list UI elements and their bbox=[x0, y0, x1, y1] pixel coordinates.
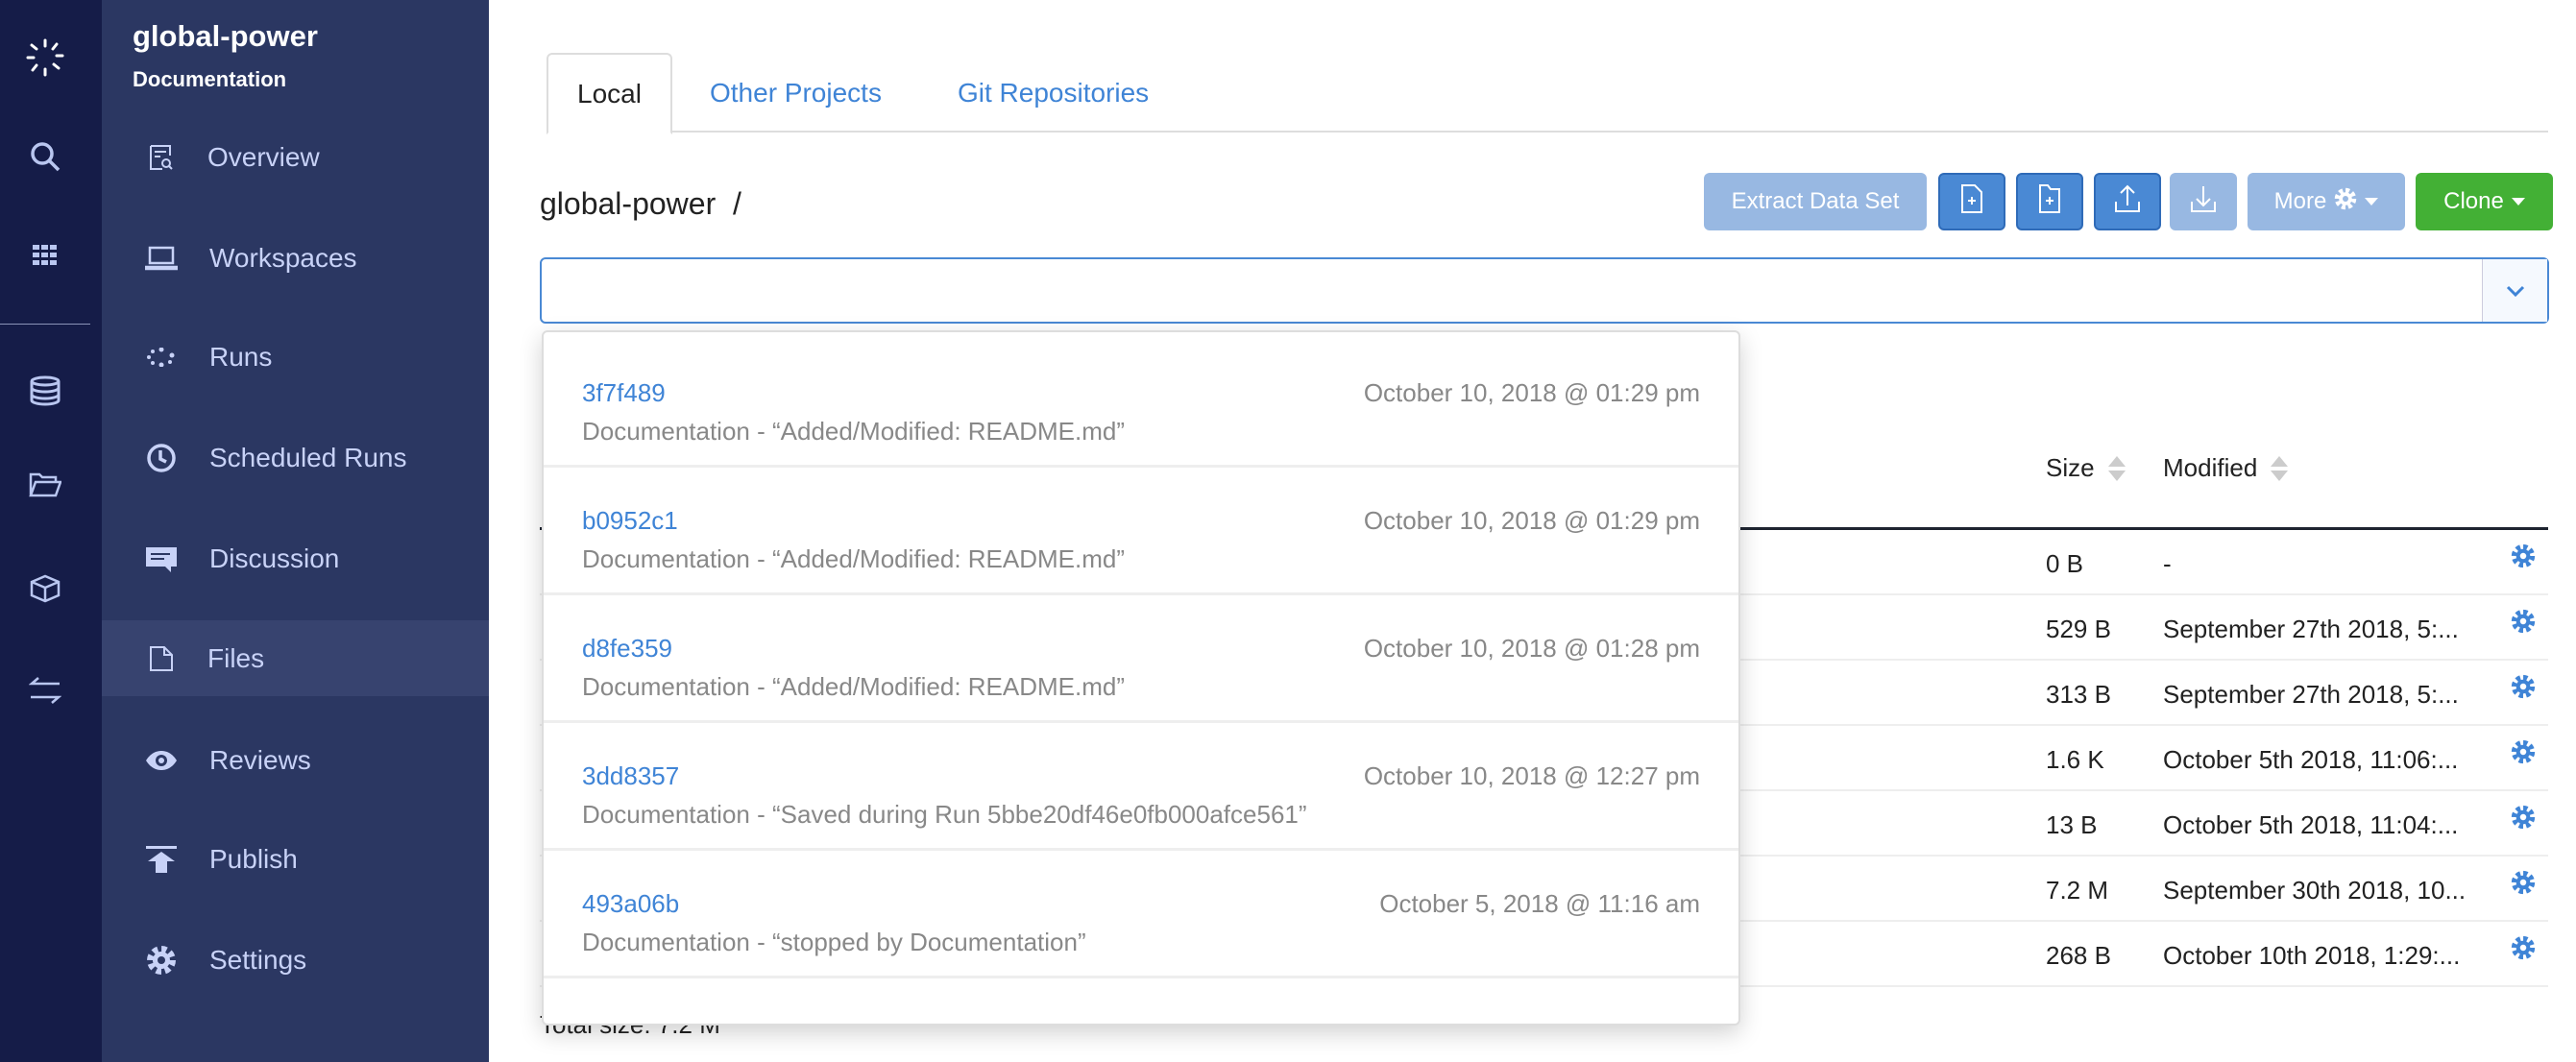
commit-description: Documentation - “Added/Modified: README.… bbox=[582, 672, 1126, 701]
file-modified: October 5th 2018, 11:06:... bbox=[2163, 745, 2459, 774]
transfer-arrows-icon[interactable] bbox=[0, 674, 90, 707]
logo-icon[interactable] bbox=[0, 36, 90, 79]
sort-icon bbox=[2107, 455, 2126, 481]
commit-description: Documentation - “Added/Modified: README.… bbox=[582, 544, 1126, 573]
eye-icon bbox=[144, 743, 179, 778]
gear-icon[interactable] bbox=[2511, 805, 2536, 836]
project-sidebar: global-power Documentation Overview Work… bbox=[102, 0, 489, 1062]
file-modified: - bbox=[2163, 549, 2172, 578]
commit-hash: 3f7f489 bbox=[582, 378, 666, 407]
sidebar-item-settings[interactable]: Settings bbox=[102, 922, 489, 998]
file-modified: October 5th 2018, 11:04:... bbox=[2163, 810, 2459, 839]
commit-date: October 10, 2018 @ 12:27 pm bbox=[1363, 761, 1700, 790]
sidebar-item-workspaces[interactable]: Workspaces bbox=[102, 220, 489, 296]
commit-hash: d8fe359 bbox=[582, 634, 672, 663]
new-folder-button[interactable] bbox=[2016, 173, 2083, 230]
file-size: 13 B bbox=[2046, 810, 2098, 839]
gear-icon bbox=[2334, 187, 2357, 217]
file-size: 313 B bbox=[2046, 680, 2111, 709]
commit-option[interactable]: 3dd8357 October 10, 2018 @ 12:27 pm Docume… bbox=[544, 723, 1738, 851]
extract-data-set-button[interactable]: Extract Data Set bbox=[1704, 173, 1927, 230]
new-file-icon bbox=[1961, 183, 1982, 220]
tab-local[interactable]: Local bbox=[547, 53, 672, 134]
file-modified: September 30th 2018, 10... bbox=[2163, 876, 2467, 905]
gear-icon[interactable] bbox=[2511, 870, 2536, 902]
new-folder-icon bbox=[2039, 183, 2060, 220]
file-size: 7.2 M bbox=[2046, 876, 2109, 905]
gear-icon[interactable] bbox=[2511, 543, 2536, 575]
runs-spinner-icon bbox=[144, 340, 179, 374]
commit-dropdown-list: 3f7f489 October 10, 2018 @ 01:29 pm Docume… bbox=[542, 330, 1740, 1026]
gear-icon[interactable] bbox=[2511, 739, 2536, 771]
apps-grid-icon[interactable] bbox=[0, 242, 90, 269]
commit-hash: 493a06b bbox=[582, 889, 680, 918]
commit-option[interactable]: b0952c1 October 10, 2018 @ 01:29 pm Docume… bbox=[544, 468, 1738, 595]
icon-rail bbox=[0, 0, 102, 1062]
commit-search-input[interactable] bbox=[561, 267, 2482, 315]
publish-icon bbox=[144, 842, 179, 877]
file-size: 268 B bbox=[2046, 941, 2111, 970]
commit-date: October 10, 2018 @ 01:28 pm bbox=[1363, 634, 1700, 663]
sidebar-item-runs[interactable]: Runs bbox=[102, 319, 489, 395]
file-modified: October 10th 2018, 1:29:... bbox=[2163, 941, 2461, 970]
database-icon[interactable] bbox=[0, 374, 90, 407]
gear-icon bbox=[144, 943, 179, 978]
commit-date: October 10, 2018 @ 01:29 pm bbox=[1363, 378, 1700, 407]
download-button[interactable] bbox=[2170, 173, 2237, 230]
sidebar-item-overview[interactable]: Overview bbox=[102, 119, 489, 195]
sort-icon bbox=[2271, 455, 2289, 481]
sidebar-item-publish[interactable]: Publish bbox=[102, 821, 489, 897]
sidebar-item-reviews[interactable]: Reviews bbox=[102, 722, 489, 798]
commit-description: Documentation - “stopped by Documentatio… bbox=[582, 928, 1086, 956]
file-size: 1.6 K bbox=[2046, 745, 2104, 774]
sidebar-item-discussion[interactable]: Discussion bbox=[102, 520, 489, 596]
commit-hash: b0952c1 bbox=[582, 506, 678, 535]
new-file-button[interactable] bbox=[1938, 173, 2005, 230]
tab-other-projects[interactable]: Other Projects bbox=[681, 53, 911, 133]
column-header-size[interactable]: Size bbox=[2046, 453, 2126, 483]
caret-down-icon bbox=[2511, 198, 2525, 205]
chat-icon bbox=[144, 542, 179, 576]
rail-divider bbox=[0, 324, 90, 325]
column-header-modified[interactable]: Modified bbox=[2163, 453, 2289, 483]
commit-date: October 5, 2018 @ 11:16 am bbox=[1379, 889, 1700, 918]
sidebar-item-files[interactable]: Files bbox=[102, 620, 489, 696]
commit-option[interactable]: d8fe359 October 10, 2018 @ 01:28 pm Docume… bbox=[544, 595, 1738, 723]
file-size: 0 B bbox=[2046, 549, 2084, 578]
commit-search-select[interactable] bbox=[540, 257, 2549, 324]
upload-button[interactable] bbox=[2094, 173, 2161, 230]
laptop-icon bbox=[144, 241, 179, 276]
cube-icon[interactable] bbox=[0, 572, 90, 605]
gear-icon[interactable] bbox=[2511, 935, 2536, 967]
tab-git-repositories[interactable]: Git Repositories bbox=[929, 53, 1178, 133]
commit-option[interactable]: 493a06b October 5, 2018 @ 11:16 am Documen… bbox=[544, 851, 1738, 978]
clock-icon bbox=[144, 441, 179, 475]
gear-icon[interactable] bbox=[2511, 609, 2536, 640]
file-source-tabs: Local Other Projects Git Repositories bbox=[547, 53, 2548, 134]
clone-button[interactable]: Clone bbox=[2416, 173, 2553, 230]
chevron-down-icon[interactable] bbox=[2482, 259, 2547, 322]
file-size: 529 B bbox=[2046, 615, 2111, 643]
project-name[interactable]: global-power bbox=[133, 19, 318, 54]
sidebar-item-scheduled-runs[interactable]: Scheduled Runs bbox=[102, 420, 489, 495]
commit-option[interactable]: 3f7f489 October 10, 2018 @ 01:29 pm Docume… bbox=[544, 340, 1738, 468]
gear-icon[interactable] bbox=[2511, 674, 2536, 706]
breadcrumb[interactable]: global-power / bbox=[540, 186, 741, 222]
project-owner[interactable]: Documentation bbox=[133, 67, 286, 92]
commit-description: Documentation - “Saved during Run 5bbe20… bbox=[582, 800, 1307, 829]
file-modified: September 27th 2018, 5:... bbox=[2163, 615, 2459, 643]
commit-date: October 10, 2018 @ 01:29 pm bbox=[1363, 506, 1700, 535]
search-icon[interactable] bbox=[0, 140, 90, 173]
more-button[interactable]: More bbox=[2248, 173, 2405, 230]
download-icon bbox=[2190, 184, 2217, 220]
caret-down-icon bbox=[2365, 198, 2379, 205]
commit-description: Documentation - “Added/Modified: README.… bbox=[582, 417, 1126, 446]
overview-icon bbox=[144, 140, 179, 175]
folder-icon[interactable] bbox=[0, 471, 90, 499]
upload-icon bbox=[2114, 184, 2141, 220]
file-modified: September 27th 2018, 5:... bbox=[2163, 680, 2459, 709]
file-icon bbox=[144, 641, 179, 676]
commit-hash: 3dd8357 bbox=[582, 761, 680, 790]
